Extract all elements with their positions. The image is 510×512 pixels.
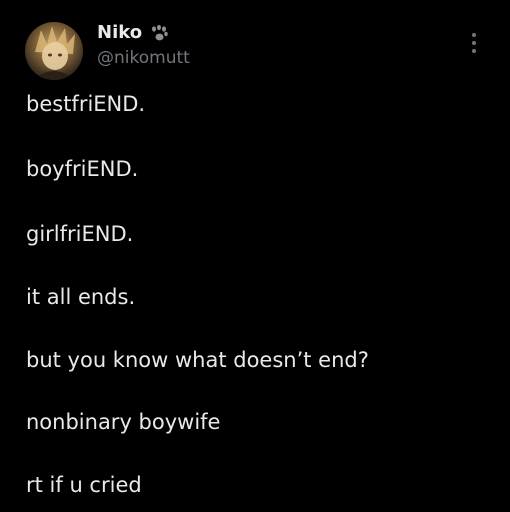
tweet-line: nonbinary boywife [26, 410, 221, 434]
tweet-line: girlfriEND. [26, 222, 134, 246]
tweet: Niko @nikomutt bestfriEND. boyfriEND. gi… [0, 0, 510, 512]
tweet-line: it all ends. [26, 285, 136, 309]
paw-print-icon [152, 24, 168, 41]
avatar[interactable] [25, 22, 83, 80]
tweet-line: bestfriEND. [26, 92, 146, 116]
display-name[interactable]: Niko [97, 22, 142, 43]
tweet-line: but you know what doesn’t end? [26, 348, 369, 372]
more-options-icon[interactable] [464, 31, 484, 55]
user-handle[interactable]: @nikomutt [97, 48, 190, 68]
tweet-line: boyfriEND. [26, 157, 139, 181]
tweet-line: rt if u cried [26, 473, 142, 497]
